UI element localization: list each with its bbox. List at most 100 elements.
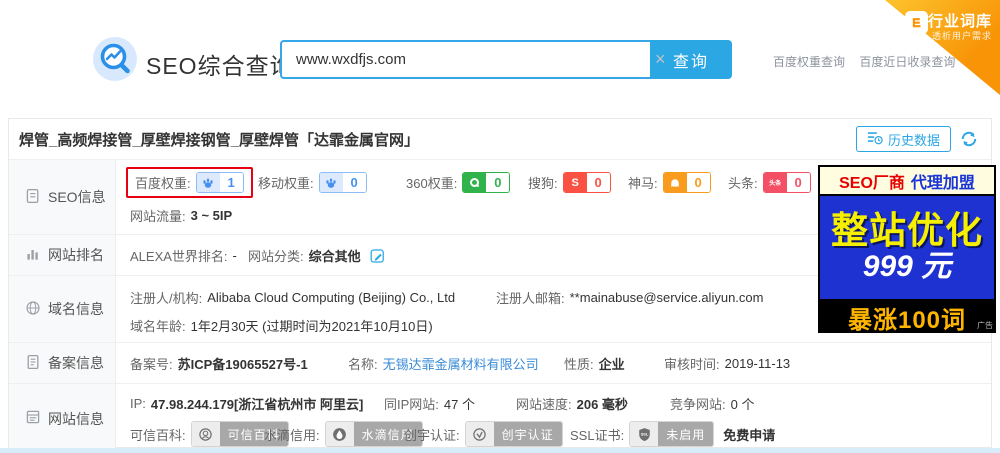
shenma-weight-label: 神马: xyxy=(628,176,658,191)
toutiao-weight-label: 头条: xyxy=(728,176,758,191)
ip-item: IP: 47.98.244.179[浙江省杭州市 阿里云] xyxy=(130,394,363,413)
baidu-paw-icon xyxy=(196,173,220,192)
row-label-seo: SEO信息 xyxy=(9,160,116,234)
row-label-icp: 备案信息 xyxy=(9,343,116,383)
bar-chart-icon xyxy=(25,246,41,265)
icp-number-item: 备案号: 苏ICP备19065527号-1 xyxy=(130,354,308,373)
ad-bottom-text: 暴涨100词 xyxy=(847,306,967,334)
baidu-weight-badge[interactable]: 1 xyxy=(195,172,244,193)
refresh-icon[interactable] xyxy=(959,129,979,149)
baidu-weight-value: 1 xyxy=(219,173,243,192)
shuidi-label: 水滴信用: xyxy=(264,427,320,443)
ad-top-strip: SEO厂商 代理加盟 xyxy=(820,167,994,194)
row-icp-info: 备案信息 备案号: 苏ICP备19065527号-1 名称: 无锡达霏金属材料有… xyxy=(9,342,991,383)
sogou-weight-value: 0 xyxy=(586,173,610,192)
so360-weight-badge[interactable]: 0 xyxy=(462,172,511,193)
link-baidu-recent-index-query[interactable]: 百度近日收录查询 xyxy=(859,55,955,69)
header: SEO综合查询 × 查询 百度权重查询 百度近日收录查询 收录查询 行业词库 透… xyxy=(0,0,1000,118)
mobile-weight-badge[interactable]: 0 xyxy=(318,172,367,193)
clear-input-icon[interactable]: × xyxy=(655,49,666,69)
icp-number-label: 备案号: xyxy=(130,357,173,372)
ad-tag: 广告 xyxy=(977,321,993,330)
ad-main-text: 整站优化 xyxy=(831,209,983,251)
toutiao-weight-value: 0 xyxy=(786,173,810,192)
registrant-email-item: 注册人邮箱: **mainabuse@service.aliyun.com xyxy=(496,288,763,307)
shenma-weight-value: 0 xyxy=(686,173,710,192)
footer-strip xyxy=(0,448,1000,453)
so360-weight-label: 360权重: xyxy=(406,176,458,191)
row-label-rank: 网站排名 xyxy=(9,235,116,275)
sogou-weight-badge[interactable]: S 0 xyxy=(562,172,611,193)
edit-category-icon[interactable] xyxy=(370,248,386,264)
row-label-seo-text: SEO信息 xyxy=(48,189,106,205)
app-title: SEO综合查询 xyxy=(146,53,294,79)
seo-info-icon xyxy=(25,188,41,207)
seo-promo-ad[interactable]: SEO厂商 代理加盟 整站优化 999 元 暴涨100词 广告 xyxy=(818,165,996,334)
ssl-label: SSL证书: xyxy=(570,427,625,443)
chuangyu-badge[interactable]: 创宇认证 xyxy=(464,421,563,447)
registrant-label: 注册人/机构: xyxy=(130,291,203,306)
so360-weight-value: 0 xyxy=(486,173,510,192)
ip-label: IP: xyxy=(130,396,146,411)
mobile-weight-value: 0 xyxy=(342,173,366,192)
toutiao-weight-item: 头条: 头条 0 xyxy=(728,172,811,193)
list-icon xyxy=(25,409,41,428)
same-ip-label: 同IP网站: xyxy=(384,397,439,412)
shenma-logo-icon xyxy=(663,173,687,192)
same-ip-value: 47 个 xyxy=(443,397,475,412)
chuangyu-item: 创宇认证: 创宇认证 xyxy=(404,421,563,447)
ssl-apply-link[interactable]: 免费申请 xyxy=(723,425,775,444)
red-highlight-box: 百度权重: 1 xyxy=(126,167,253,198)
alexa-rank-value: - xyxy=(232,248,237,263)
titlebar: 焊管_高频焊接管_厚壁焊接钢管_厚壁焊管「达霏金属官网」 历史数据 xyxy=(9,119,991,159)
ssl-shield-icon: SSL xyxy=(630,422,659,446)
toutiao-weight-badge[interactable]: 头条 0 xyxy=(762,172,811,193)
shenma-weight-badge[interactable]: 0 xyxy=(662,172,711,193)
site-category-item: 网站分类: 综合其他 xyxy=(248,246,386,265)
svg-text:SSL: SSL xyxy=(640,431,648,436)
row-label-icp-text: 备案信息 xyxy=(48,355,104,371)
search-input[interactable] xyxy=(280,40,650,79)
link-baidu-weight-query[interactable]: 百度权重查询 xyxy=(773,55,845,69)
icp-nature-value: 企业 xyxy=(598,357,625,372)
site-category-value: 综合其他 xyxy=(308,249,361,264)
page-title: 焊管_高频焊接管_厚壁焊接钢管_厚壁焊管「达霏金属官网」 xyxy=(19,131,420,149)
sogou-weight-label: 搜狗: xyxy=(528,176,558,191)
lexicon-book-icon xyxy=(905,11,928,34)
competitor-item: 竞争网站: 0 个 xyxy=(670,394,754,413)
same-ip-item: 同IP网站: 47 个 xyxy=(384,394,475,413)
domain-age-item: 域名年龄: 1年2月30天 (过期时间为2021年10月10日) xyxy=(130,316,433,335)
row-label-domain-text: 域名信息 xyxy=(48,301,104,317)
icp-audit-label: 审核时间: xyxy=(664,357,720,372)
droplet-icon xyxy=(325,422,354,446)
chuangyu-badge-label: 创宇认证 xyxy=(493,422,562,446)
v-check-icon xyxy=(465,422,494,446)
competitor-value: 0 个 xyxy=(730,397,755,412)
mobile-weight-item: 移动权重: 0 xyxy=(258,172,367,193)
emblem-icon xyxy=(191,422,220,446)
site-traffic-label: 网站流量: xyxy=(130,209,186,224)
ssl-badge[interactable]: SSL 未启用 xyxy=(629,421,715,447)
ip-value: 47.98.244.179[浙江省杭州市 阿里云] xyxy=(150,397,364,412)
shuidi-item: 水滴信用: 水滴信用 xyxy=(264,421,423,447)
registrant-item: 注册人/机构: Alibaba Cloud Computing (Beijing… xyxy=(130,288,455,307)
icp-nature-item: 性质: 企业 xyxy=(564,354,625,373)
icp-nature-label: 性质: xyxy=(564,357,594,372)
site-speed-item: 网站速度: 206 毫秒 xyxy=(516,394,628,413)
ad-bottom-strip: 暴涨100词 广告 xyxy=(818,301,996,334)
document-icon xyxy=(25,354,41,373)
ad-top-red-text: SEO厂商 xyxy=(839,174,905,192)
site-traffic-value: 3 ~ 5IP xyxy=(190,208,233,223)
row-label-site-text: 网站信息 xyxy=(48,410,104,427)
domain-age-value: 1年2月30天 (过期时间为2021年10月10日) xyxy=(190,319,433,334)
site-category-label: 网站分类: xyxy=(248,249,304,264)
ribbon-title: 行业词库 xyxy=(927,13,992,30)
history-data-button[interactable]: 历史数据 xyxy=(855,126,951,152)
so360-weight-item: 360权重: 0 xyxy=(406,172,511,193)
icp-name-item: 名称: 无锡达霏金属材料有限公司 xyxy=(348,354,539,373)
competitor-label: 竞争网站: xyxy=(670,397,726,412)
mobile-weight-label: 移动权重: xyxy=(258,176,314,191)
baidu-paw-icon xyxy=(319,173,343,192)
icp-name-label: 名称: xyxy=(348,357,378,372)
icp-company-link[interactable]: 无锡达霏金属材料有限公司 xyxy=(383,354,539,373)
